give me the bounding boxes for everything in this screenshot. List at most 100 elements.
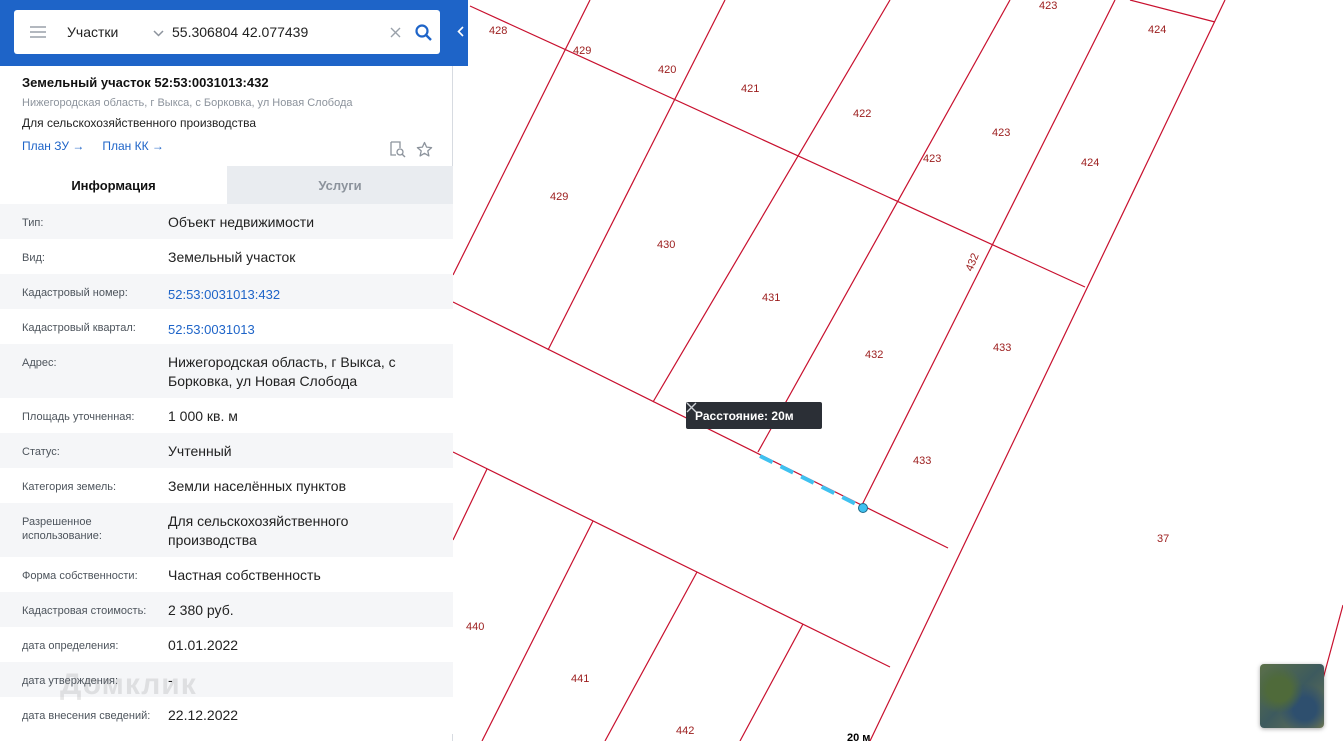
info-table: Тип: Объект недвижимости Вид: Земельный … — [0, 204, 453, 734]
info-value: 2 380 руб. — [168, 602, 234, 618]
card-actions — [379, 140, 433, 158]
parcel-label[interactable]: 420 — [658, 64, 676, 76]
info-key: Форма собственности: — [22, 570, 138, 582]
search-bar: Участки — [0, 0, 453, 66]
info-key: Тип: — [22, 217, 44, 229]
measure-point[interactable] — [858, 503, 868, 513]
info-row: Категория земель: Земли населённых пункт… — [0, 468, 453, 503]
info-key: Вид: — [22, 252, 45, 264]
info-key: Категория земель: — [22, 481, 117, 493]
info-key: дата определения: — [22, 640, 119, 652]
info-row: Тип: Объект недвижимости — [0, 204, 453, 239]
info-row: Кадастровый квартал: 52:53:0031013 — [0, 309, 453, 344]
info-value: - — [168, 672, 173, 688]
boundary-line — [1129, 0, 1216, 23]
parcel-label[interactable]: 440 — [466, 621, 484, 633]
tab-information[interactable]: Информация — [0, 166, 227, 204]
parcel-label[interactable]: 431 — [762, 292, 780, 304]
parcel-title: Земельный участок 52:53:0031013:432 — [22, 75, 269, 90]
search-mode-select[interactable]: Участки — [62, 10, 172, 54]
search-document-icon[interactable] — [388, 140, 406, 158]
info-value: Объект недвижимости — [168, 214, 315, 230]
search-icon[interactable] — [406, 10, 440, 54]
parcel-label[interactable]: 442 — [676, 725, 694, 737]
parcel-label[interactable]: 424 — [1081, 157, 1099, 169]
satellite-layer-toggle[interactable] — [1260, 664, 1324, 728]
info-key: Кадастровый номер: — [22, 287, 128, 299]
info-value: Земли населённых пунктов — [168, 478, 347, 494]
boundary-line — [452, 0, 591, 276]
menu-icon[interactable] — [14, 10, 62, 54]
distance-text: Расстояние: 20м — [695, 408, 794, 423]
info-value: Нижегородская область, г Выкса, с Борков… — [168, 354, 396, 389]
measure-line — [759, 454, 863, 509]
info-key: Статус: — [22, 446, 60, 458]
parcel-label[interactable]: 423 — [992, 127, 1010, 139]
plan-kk-link[interactable]: План КК → — [102, 139, 164, 154]
info-value: Земельный участок — [168, 249, 296, 265]
chevron-down-icon — [153, 24, 164, 40]
parcel-label[interactable]: 424 — [1148, 24, 1166, 36]
parcel-label[interactable]: 433 — [913, 455, 931, 467]
boundary-line — [481, 520, 594, 741]
info-key: Кадастровая стоимость: — [22, 605, 147, 617]
parcel-labels: 428 429 420 421 422 423 424 423 423 424 … — [466, 0, 1169, 737]
parcel-label[interactable]: 441 — [571, 673, 589, 685]
parcel-label[interactable]: 421 — [741, 83, 759, 95]
boundary-line — [757, 0, 1011, 453]
panel-tabs: Информация Услуги — [0, 166, 453, 204]
info-key: Разрешенное использование: — [22, 516, 102, 542]
info-row: Форма собственности: Частная собственнос… — [0, 557, 453, 592]
search-box: Участки — [14, 10, 440, 54]
parcel-label[interactable]: 432 — [865, 349, 883, 361]
scale-label: 20 м — [847, 732, 870, 741]
parcel-boundaries — [452, 0, 1343, 741]
parcel-use: Для сельскохозяйственного производства — [22, 116, 257, 130]
parcel-label[interactable]: 428 — [489, 25, 507, 37]
info-value: 01.01.2022 — [168, 637, 239, 653]
info-value: Частная собственность — [168, 567, 321, 583]
cadastral-quarter-link[interactable]: 52:53:0031013 — [168, 309, 438, 344]
boundary-line — [861, 0, 1116, 506]
collapse-panel-button[interactable] — [453, 0, 468, 66]
parcel-label[interactable]: 37 — [1157, 533, 1169, 545]
tab-services[interactable]: Услуги — [227, 166, 453, 204]
parcel-label[interactable]: 422 — [853, 108, 871, 120]
parcel-label[interactable]: 429 — [550, 191, 568, 203]
boundary-line — [452, 468, 488, 541]
star-icon[interactable] — [415, 140, 433, 158]
watermark-logo: Домклик — [60, 668, 197, 701]
info-key: дата внесения сведений: — [22, 710, 151, 722]
boundary-line — [652, 0, 891, 403]
plan-links: План ЗУ → План КК → — [22, 139, 431, 154]
info-row: Кадастровая стоимость: 2 380 руб. — [0, 592, 453, 627]
boundary-line — [452, 451, 891, 668]
plan-zu-link[interactable]: План ЗУ → — [22, 139, 84, 154]
search-input[interactable] — [172, 10, 384, 54]
tooltip-close-icon[interactable] — [686, 402, 814, 422]
info-value: Для сельскохозяйственного производства — [168, 513, 349, 548]
boundary-line — [604, 571, 698, 741]
info-key: Адрес: — [22, 357, 57, 369]
info-value: Учтенный — [168, 443, 232, 459]
parcel-label[interactable]: 433 — [993, 342, 1011, 354]
clear-search-icon[interactable] — [384, 10, 406, 54]
parcel-label[interactable]: 432 — [964, 252, 982, 274]
parcel-card-header: Земельный участок 52:53:0031013:432 Ниже… — [0, 66, 453, 166]
chevron-left-icon — [457, 24, 464, 42]
parcel-label[interactable]: 430 — [657, 239, 675, 251]
parcel-label[interactable]: 423 — [923, 153, 941, 165]
info-row: Адрес: Нижегородская область, г Выкса, с… — [0, 344, 453, 398]
parcel-label[interactable]: 429 — [573, 45, 591, 57]
parcel-address: Нижегородская область, г Выкса, с Борков… — [22, 97, 353, 109]
info-key: Площадь уточненная: — [22, 411, 135, 423]
parcel-label[interactable]: 423 — [1039, 0, 1057, 12]
cadastral-number-link[interactable]: 52:53:0031013:432 — [168, 274, 438, 309]
info-row: Статус: Учтенный — [0, 433, 453, 468]
info-row: дата внесения сведений: 22.12.2022 — [0, 697, 453, 734]
info-value: 1 000 кв. м — [168, 408, 238, 424]
info-row: Кадастровый номер: 52:53:0031013:432 — [0, 274, 453, 309]
info-row: Вид: Земельный участок — [0, 239, 453, 274]
info-row: Разрешенное использование: Для сельскохо… — [0, 503, 453, 557]
info-row: Площадь уточненная: 1 000 кв. м — [0, 398, 453, 433]
